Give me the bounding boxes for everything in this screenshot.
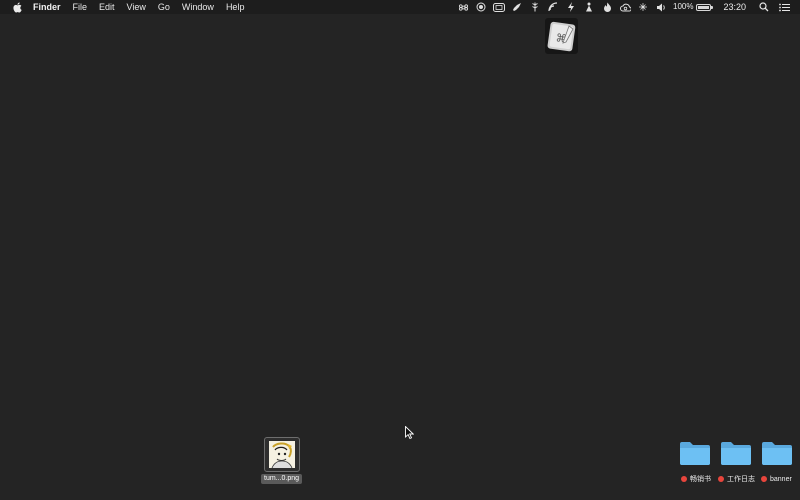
folder-worklog-icon[interactable]: [720, 440, 752, 466]
folder-name: banner: [770, 475, 792, 483]
png-file-icon[interactable]: [264, 437, 300, 472]
tree-icon[interactable]: [529, 1, 541, 13]
apple-menu-icon[interactable]: [12, 1, 22, 13]
record-icon[interactable]: [475, 1, 487, 13]
menu-edit[interactable]: Edit: [99, 0, 115, 14]
mouse-pointer-icon: [405, 425, 415, 440]
command-icon[interactable]: [457, 1, 469, 13]
folder-name: 畅销书: [690, 476, 711, 483]
tag-red-dot: [761, 476, 767, 482]
script-editor-icon[interactable]: ⌘: [545, 18, 578, 54]
menu-view[interactable]: View: [127, 0, 146, 14]
menu-file[interactable]: File: [73, 0, 88, 14]
folder-bestsellers-label[interactable]: 畅销书: [681, 474, 711, 484]
rocket-icon[interactable]: [511, 1, 523, 13]
menu-window[interactable]: Window: [182, 0, 214, 14]
desktop: [0, 14, 800, 500]
folder-banner-icon[interactable]: [761, 440, 793, 466]
wifi-dots-icon[interactable]: [547, 1, 559, 13]
battery-icon[interactable]: [696, 3, 714, 11]
display-icon[interactable]: [493, 1, 505, 13]
creative-cloud-icon[interactable]: [619, 1, 631, 13]
folder-banner-label[interactable]: banner: [761, 474, 792, 484]
tag-red-dot: [681, 476, 687, 482]
menu-app-finder[interactable]: Finder: [33, 0, 61, 14]
tag-red-dot: [718, 476, 724, 482]
menu-bar: Finder File Edit View Go Window Help 100…: [0, 0, 800, 14]
menu-help[interactable]: Help: [226, 0, 245, 14]
png-file-label[interactable]: tum...0.png: [261, 474, 303, 484]
folder-bestsellers-icon[interactable]: [679, 440, 711, 466]
image-thumbnail: [269, 441, 295, 468]
bolt-icon[interactable]: [565, 1, 577, 13]
menu-bar-left: Finder File Edit View Go Window Help: [0, 0, 256, 14]
flame-icon[interactable]: [601, 1, 613, 13]
folder-worklog-label[interactable]: 工作日志: [718, 474, 755, 484]
folder-name: 工作日志: [727, 476, 755, 483]
battery-percentage[interactable]: 100%: [673, 0, 693, 14]
volume-icon[interactable]: [655, 1, 667, 13]
menu-bar-status-area: 100% 23:20: [451, 0, 790, 14]
menu-go[interactable]: Go: [158, 0, 170, 14]
network-icon[interactable]: [637, 1, 649, 13]
figure-icon[interactable]: [583, 1, 595, 13]
search-icon[interactable]: [758, 1, 770, 13]
menu-clock[interactable]: 23:20: [723, 0, 746, 14]
battery-level-fill: [698, 5, 710, 9]
notification-list-icon[interactable]: [778, 1, 790, 13]
